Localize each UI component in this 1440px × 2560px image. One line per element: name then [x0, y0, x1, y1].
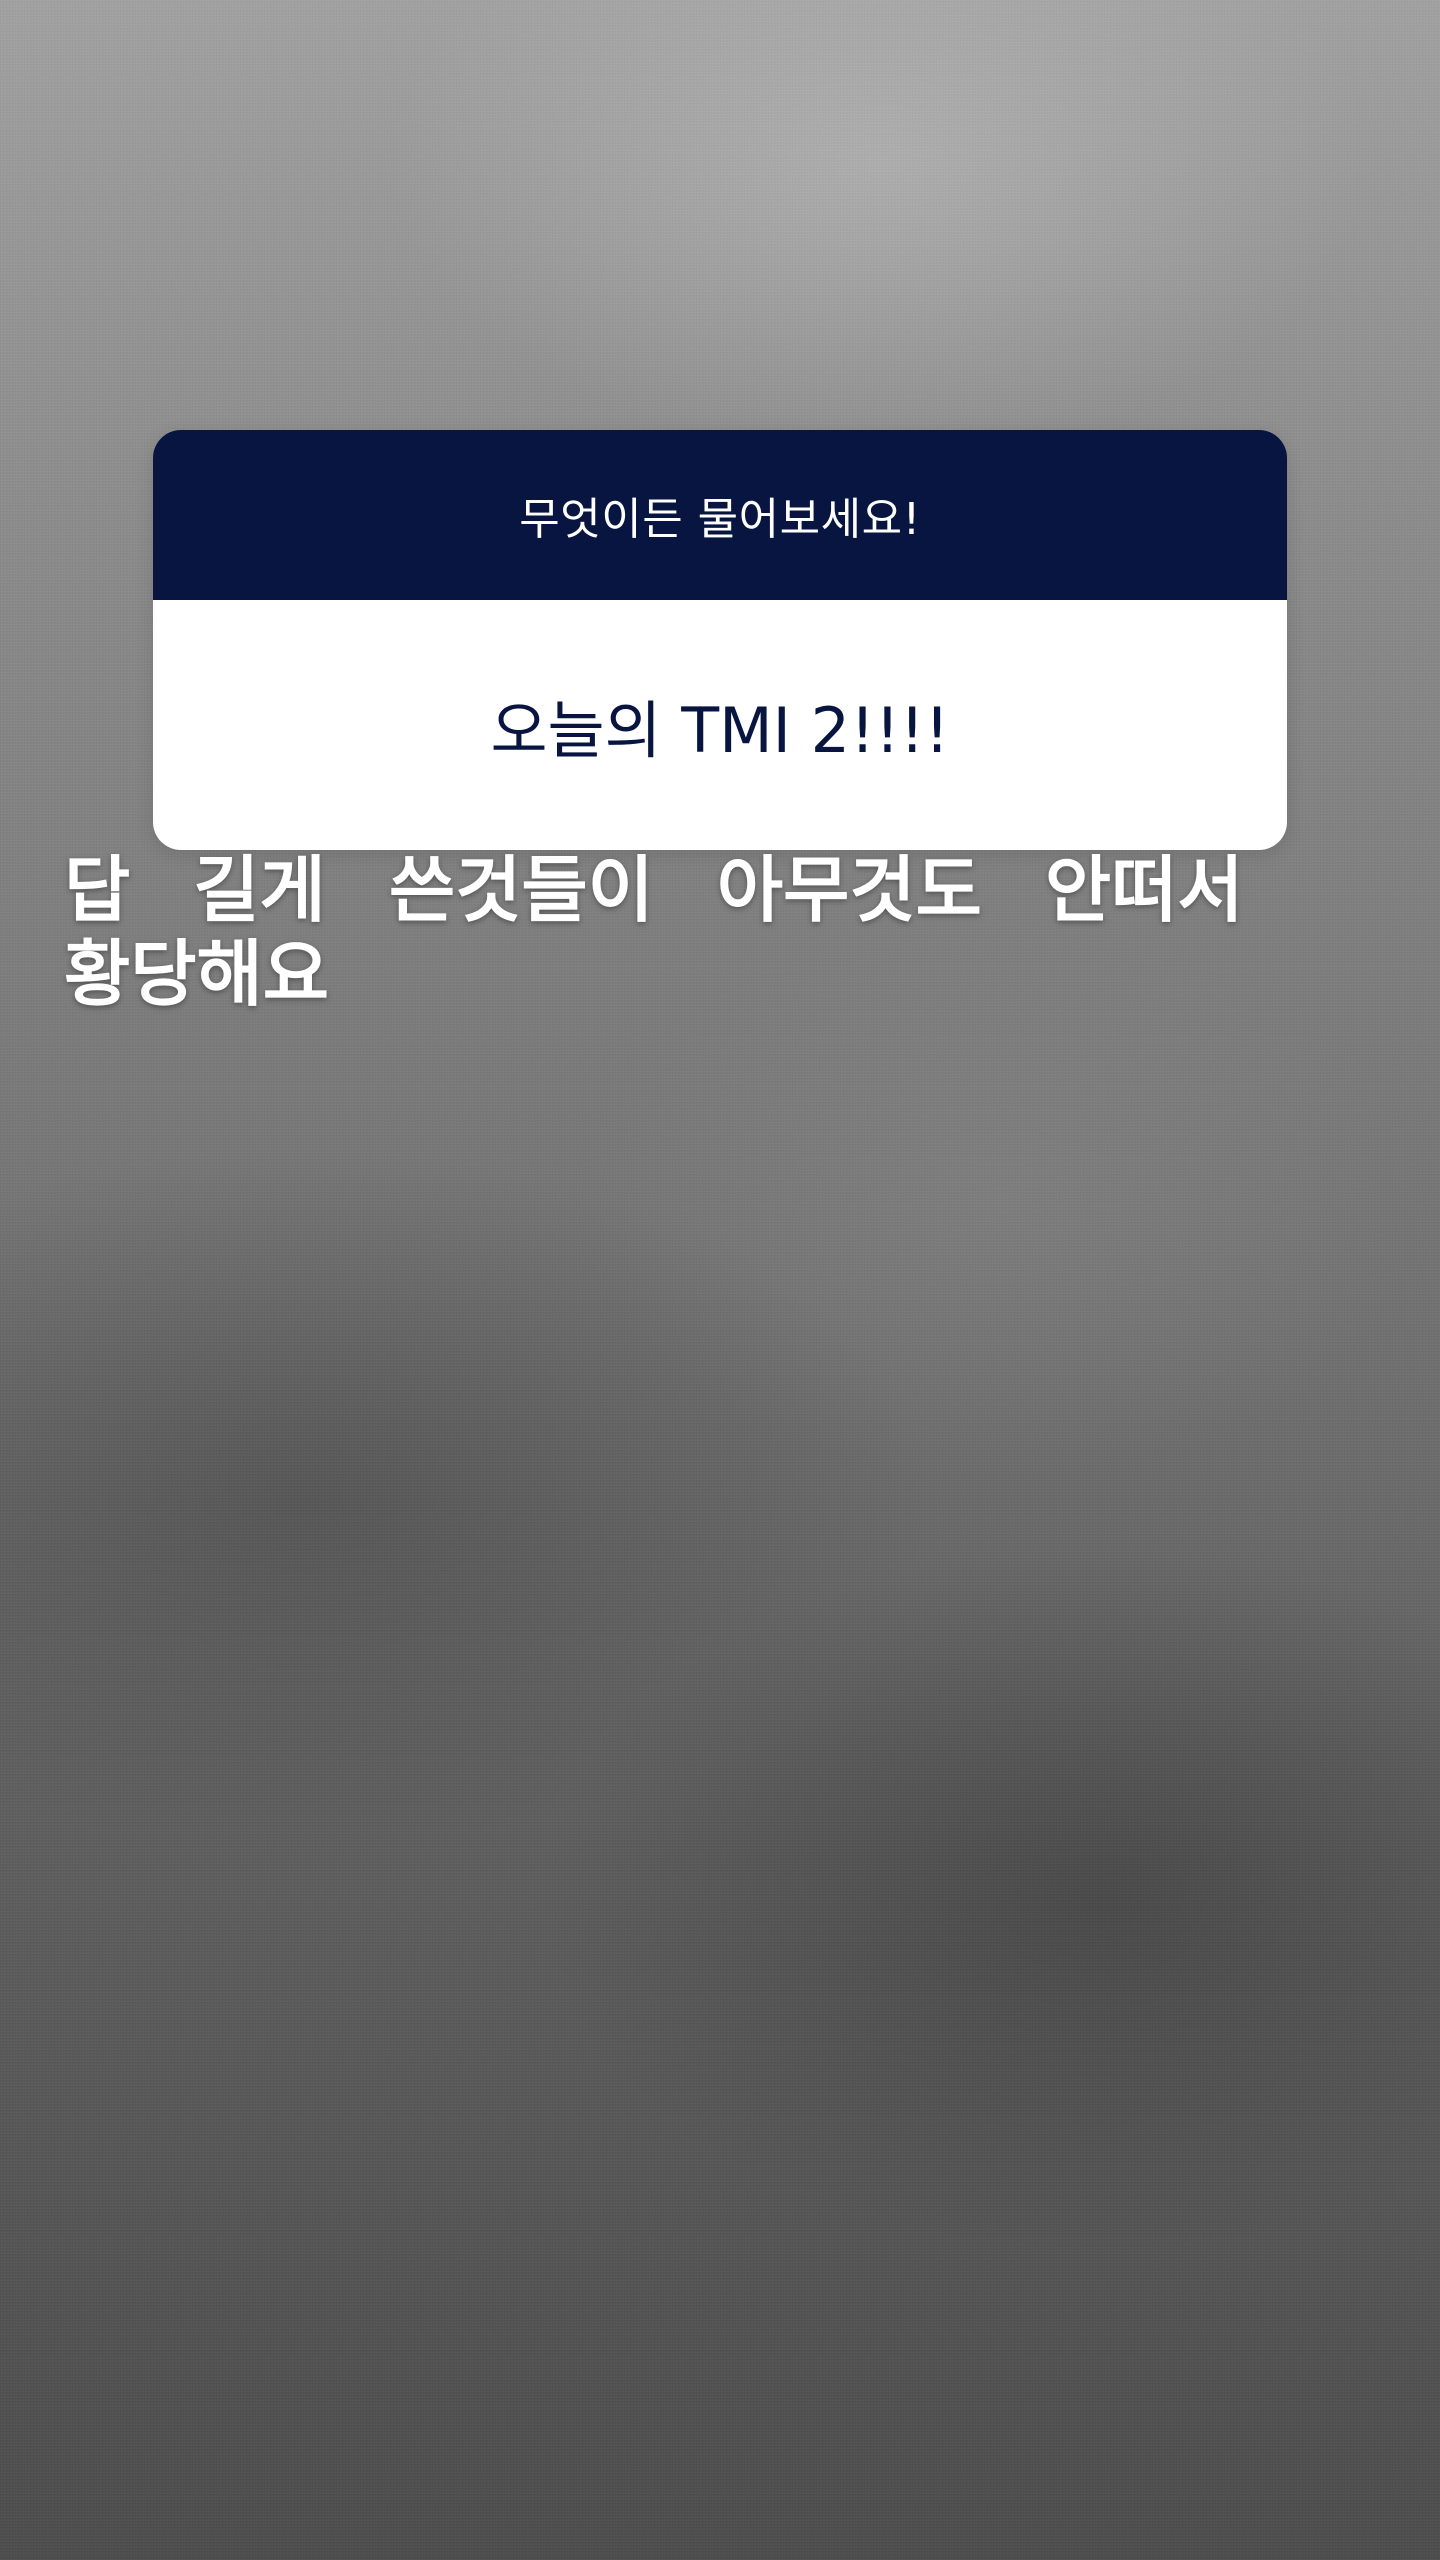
question-sticker-body: 오늘의 TMI 2!!!! [153, 600, 1287, 850]
background-texture [0, 0, 1440, 2560]
question-sticker[interactable]: 무엇이든 물어보세요! 오늘의 TMI 2!!!! [153, 430, 1287, 850]
answer-line-1: 답 길게 쓴것들이 아무것도 안떠서 [64, 848, 1244, 932]
question-prompt: 무엇이든 물어보세요! [519, 494, 921, 545]
answer-line-2: 황당해요 [64, 932, 329, 1016]
question-text: 오늘의 TMI 2!!!! [490, 694, 950, 767]
question-sticker-header: 무엇이든 물어보세요! [153, 430, 1287, 600]
answer-text: 답 길게 쓴것들이 아무것도 안떠서 황당해요 [64, 848, 1364, 1016]
